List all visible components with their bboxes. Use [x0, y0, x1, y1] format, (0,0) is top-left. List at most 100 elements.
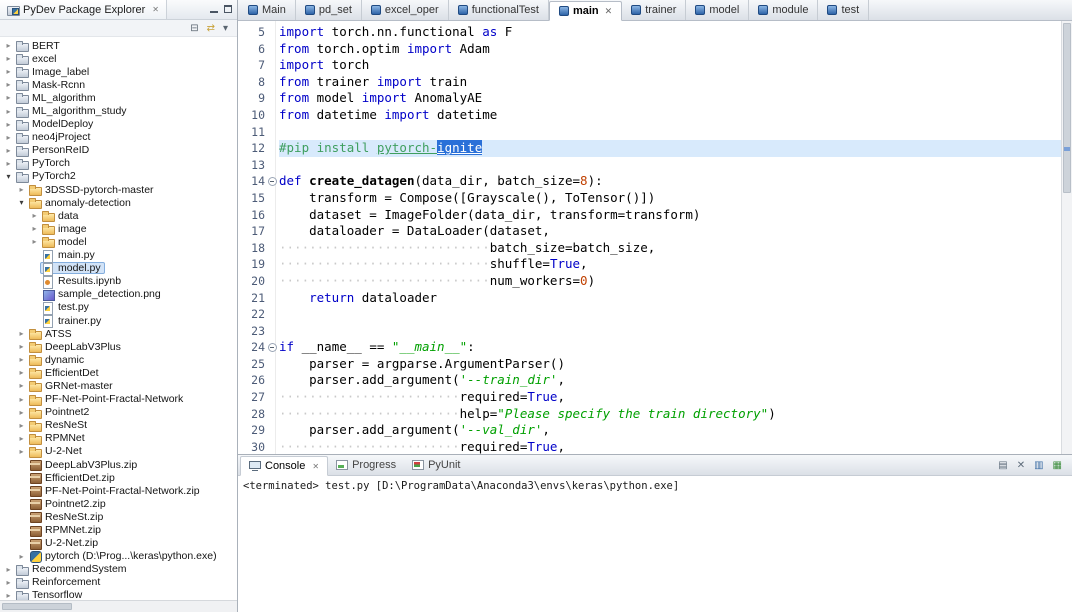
expand-arrow-icon[interactable]: ▸: [3, 54, 14, 63]
expand-arrow-icon[interactable]: ▸: [3, 133, 14, 142]
tree-item-data[interactable]: ▸data: [0, 209, 237, 222]
remove-launch-icon[interactable]: ✕: [1017, 460, 1025, 471]
close-view-icon[interactable]: ✕: [152, 5, 159, 14]
close-console-tab-icon[interactable]: ✕: [312, 462, 319, 471]
expand-arrow-icon[interactable]: ▸: [3, 41, 14, 50]
editor-tab-model[interactable]: model: [686, 0, 749, 20]
code-line-16[interactable]: 16 dataset = ImageFolder(data_dir, trans…: [238, 207, 1061, 224]
tree-item-grnet-master[interactable]: ▸GRNet-master: [0, 379, 237, 392]
tree-item-pointnet2-zip[interactable]: Pointnet2.zip: [0, 497, 237, 510]
hscrollbar-thumb[interactable]: [2, 603, 72, 610]
tree-item-pointnet2[interactable]: ▸Pointnet2: [0, 406, 237, 419]
code-line-27[interactable]: 27························required=True,: [238, 389, 1061, 406]
open-console-icon[interactable]: ▤: [998, 460, 1007, 471]
expand-arrow-icon[interactable]: ▸: [16, 185, 27, 194]
console-tab-pyunit[interactable]: PyUnit: [404, 455, 468, 475]
editor-tab-test[interactable]: test: [818, 0, 869, 20]
minimize-view-icon[interactable]: [209, 5, 219, 14]
tree-item-model-py[interactable]: model.py: [0, 262, 237, 275]
tree-item-results-ipynb[interactable]: Results.ipynb: [0, 275, 237, 288]
collapse-all-icon[interactable]: ⊟: [190, 23, 198, 34]
package-explorer-view-tab[interactable]: PyDev Package Explorer ✕: [0, 0, 167, 19]
tree-item-u-2-net-zip[interactable]: U-2-Net.zip: [0, 537, 237, 550]
editor-tab-functionaltest[interactable]: functionalTest: [449, 0, 549, 20]
fold-marker-icon[interactable]: [265, 339, 279, 356]
code-line-17[interactable]: 17 dataloader = DataLoader(dataset,: [238, 223, 1061, 240]
editor-tab-excel_oper[interactable]: excel_oper: [362, 0, 449, 20]
code-line-30[interactable]: 30························required=True,: [238, 439, 1061, 454]
expand-arrow-icon[interactable]: ▸: [29, 211, 40, 220]
expand-arrow-icon[interactable]: ▸: [3, 93, 14, 102]
expand-arrow-icon[interactable]: ▸: [3, 159, 14, 168]
tree-item-pytorch-d-prog-keras-python-exe[interactable]: ▸pytorch (D:\Prog...\keras\python.exe): [0, 550, 237, 563]
expand-arrow-icon[interactable]: ▸: [3, 107, 14, 116]
tree-item-excel[interactable]: ▸excel: [0, 52, 237, 65]
expand-arrow-icon[interactable]: ▸: [16, 395, 27, 404]
tree-item-pytorch[interactable]: ▸PyTorch: [0, 157, 237, 170]
expand-arrow-icon[interactable]: ▸: [16, 368, 27, 377]
tree-item-rpmnet-zip[interactable]: RPMNet.zip: [0, 523, 237, 536]
expand-arrow-icon[interactable]: ▸: [16, 355, 27, 364]
editor-tab-main[interactable]: main✕: [549, 1, 622, 21]
code-line-15[interactable]: 15 transform = Compose([Grayscale(), ToT…: [238, 190, 1061, 207]
tree-item-tensorflow[interactable]: ▸Tensorflow: [0, 589, 237, 600]
tree-item-ml-algorithm-study[interactable]: ▸ML_algorithm_study: [0, 104, 237, 117]
expand-arrow-icon[interactable]: ▸: [16, 342, 27, 351]
code-line-28[interactable]: 28························help="Please s…: [238, 406, 1061, 423]
expand-arrow-icon[interactable]: ▸: [3, 591, 14, 600]
code-line-11[interactable]: 11: [238, 124, 1061, 141]
expand-arrow-icon[interactable]: ▸: [16, 447, 27, 456]
code-line-8[interactable]: 8from trainer import train: [238, 74, 1061, 91]
expand-arrow-icon[interactable]: ▸: [16, 434, 27, 443]
expand-arrow-icon[interactable]: ▸: [16, 381, 27, 390]
editor-vscrollbar[interactable]: [1061, 21, 1072, 454]
expand-arrow-icon[interactable]: ▸: [16, 408, 27, 417]
view-menu-icon[interactable]: ▾: [223, 23, 228, 34]
code-line-10[interactable]: 10from datetime import datetime: [238, 107, 1061, 124]
tree-item-personreid[interactable]: ▸PersonReID: [0, 144, 237, 157]
tree-item-anomaly-detection[interactable]: ▾anomaly-detection: [0, 196, 237, 209]
code-line-23[interactable]: 23: [238, 323, 1061, 340]
tree-item-modeldeploy[interactable]: ▸ModelDeploy: [0, 118, 237, 131]
code-line-13[interactable]: 13: [238, 157, 1061, 174]
tree-item-reinforcement[interactable]: ▸Reinforcement: [0, 576, 237, 589]
link-with-editor-icon[interactable]: ⇄: [207, 23, 215, 34]
tree-item-image[interactable]: ▸image: [0, 222, 237, 235]
code-editor[interactable]: 5import torch.nn.functional as F6from to…: [238, 21, 1061, 454]
collapse-arrow-icon[interactable]: ▾: [16, 198, 27, 207]
code-line-14[interactable]: 14def create_datagen(data_dir, batch_siz…: [238, 173, 1061, 190]
console-tab-progress[interactable]: Progress: [328, 455, 404, 475]
expand-arrow-icon[interactable]: ▸: [29, 237, 40, 246]
expand-arrow-icon[interactable]: ▸: [16, 552, 27, 561]
expand-arrow-icon[interactable]: ▸: [3, 565, 14, 574]
expand-arrow-icon[interactable]: ▸: [29, 224, 40, 233]
new-console-view-icon[interactable]: ▦: [1053, 460, 1062, 471]
tree-item-rpmnet[interactable]: ▸RPMNet: [0, 432, 237, 445]
expand-arrow-icon[interactable]: ▸: [3, 80, 14, 89]
code-line-5[interactable]: 5import torch.nn.functional as F: [238, 24, 1061, 41]
expand-arrow-icon[interactable]: ▸: [16, 329, 27, 338]
expand-arrow-icon[interactable]: ▸: [3, 120, 14, 129]
tree-item-pytorch2[interactable]: ▾PyTorch2: [0, 170, 237, 183]
console-tab-console[interactable]: Console✕: [240, 456, 328, 476]
tree-item-dynamic[interactable]: ▸dynamic: [0, 353, 237, 366]
tree-item-neo4jproject[interactable]: ▸neo4jProject: [0, 131, 237, 144]
editor-tab-trainer[interactable]: trainer: [622, 0, 686, 20]
tree-item-pf-net-point-fractal-network[interactable]: ▸PF-Net-Point-Fractal-Network: [0, 393, 237, 406]
fold-marker-icon[interactable]: [265, 173, 279, 190]
vscrollbar-thumb[interactable]: [1063, 23, 1071, 193]
tree-item-recommendsystem[interactable]: ▸RecommendSystem: [0, 563, 237, 576]
collapse-arrow-icon[interactable]: ▾: [3, 172, 14, 181]
editor-tab-module[interactable]: module: [749, 0, 818, 20]
tree-item-sample-detection-png[interactable]: sample_detection.png: [0, 288, 237, 301]
explorer-hscrollbar[interactable]: [0, 600, 237, 612]
expand-arrow-icon[interactable]: ▸: [16, 421, 27, 430]
code-line-24[interactable]: 24if __name__ == "__main__":: [238, 339, 1061, 356]
tree-item-test-py[interactable]: test.py: [0, 301, 237, 314]
console-output[interactable]: <terminated> test.py [D:\ProgramData\Ana…: [238, 476, 1072, 612]
tree-item-u-2-net[interactable]: ▸U-2-Net: [0, 445, 237, 458]
tree-item-ml-algorithm[interactable]: ▸ML_algorithm: [0, 91, 237, 104]
expand-arrow-icon[interactable]: ▸: [3, 146, 14, 155]
close-tab-icon[interactable]: ✕: [605, 6, 613, 17]
code-line-22[interactable]: 22: [238, 306, 1061, 323]
